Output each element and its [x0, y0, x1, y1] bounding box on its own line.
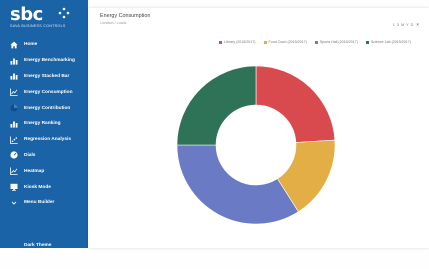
sidebar-item-home[interactable]: Home: [0, 37, 88, 53]
sidebar-item-label: Home: [24, 42, 38, 48]
sidebar-item-regression-analysis[interactable]: Regression Analysis: [0, 132, 88, 148]
sidebar-item-energy-contribution[interactable]: Energy Contribution: [0, 100, 88, 116]
line-chart-icon: [10, 167, 18, 176]
chart-panel: Energy Consumption Location / Loads 1 3 …: [88, 8, 429, 248]
scatter-icon: [10, 136, 18, 144]
sidebar-item-label: Dark Theme: [24, 243, 52, 249]
bar-chart-icon: [10, 121, 18, 128]
sidebar: sbc SAVA BUSINESS CONTROLS Home Energy B…: [0, 0, 88, 266]
sidebar-item-dark-theme[interactable]: Dark Theme: [0, 238, 88, 254]
sidebar-item-energy-ranking[interactable]: Energy Ranking: [0, 116, 88, 132]
sidebar-item-energy-stacked-bar[interactable]: Energy Stacked Bar: [0, 69, 88, 85]
sidebar-item-label: Dials: [24, 152, 36, 158]
chevron-down-icon: [11, 201, 17, 205]
sidebar-item-heatmap[interactable]: Heatmap: [0, 163, 88, 179]
sidebar-item-label: Energy Contribution: [24, 105, 71, 111]
brand-logo[interactable]: sbc SAVA BUSINESS CONTROLS: [10, 4, 84, 29]
donut-slice-2[interactable]: [176, 144, 299, 225]
monitor-icon: [10, 183, 18, 191]
logo-text: sbc: [10, 4, 43, 25]
sidebar-nav: Home Energy Benchmarking Energy Stacked …: [0, 37, 88, 269]
donut-slice-3[interactable]: [176, 65, 257, 146]
sidebar-item-energy-benchmarking[interactable]: Energy Benchmarking: [0, 53, 88, 69]
pie-chart-icon: [10, 104, 18, 112]
sidebar-item-dials[interactable]: Dials: [0, 148, 88, 164]
sidebar-item-menu-builder[interactable]: Menu Builder: [0, 195, 88, 211]
sidebar-item-kiosk-mode[interactable]: Kiosk Mode: [0, 179, 88, 195]
sidebar-item-label: Logout: [24, 258, 41, 264]
bar-chart-icon: [10, 58, 18, 65]
sidebar-item-logout[interactable]: Logout: [0, 254, 88, 269]
donut-slice-0[interactable]: [255, 65, 336, 143]
brand-tagline: SAVA BUSINESS CONTROLS: [10, 24, 66, 28]
sidebar-item-label: Energy Ranking: [24, 121, 61, 127]
sidebar-item-label: Energy Consumption: [24, 89, 73, 95]
sidebar-item-label: Energy Stacked Bar: [24, 73, 70, 79]
bar-chart-icon: [10, 73, 18, 81]
sidebar-item-label: Menu Builder: [24, 200, 55, 206]
sidebar-item-label: Heatmap: [24, 168, 45, 174]
home-icon: [10, 41, 18, 49]
sidebar-item-energy-consumption[interactable]: Energy Consumption: [0, 84, 88, 100]
logo-mark-icon: [58, 7, 70, 19]
sidebar-item-label: Energy Benchmarking: [24, 58, 75, 64]
donut-chart: [176, 65, 336, 225]
line-chart-icon: [10, 88, 18, 97]
logout-icon: [10, 257, 18, 266]
sidebar-item-label: Regression Analysis: [24, 137, 72, 143]
sidebar-spacer: [0, 211, 88, 238]
sidebar-item-label: Kiosk Mode: [24, 184, 51, 190]
gauge-icon: [10, 151, 18, 160]
